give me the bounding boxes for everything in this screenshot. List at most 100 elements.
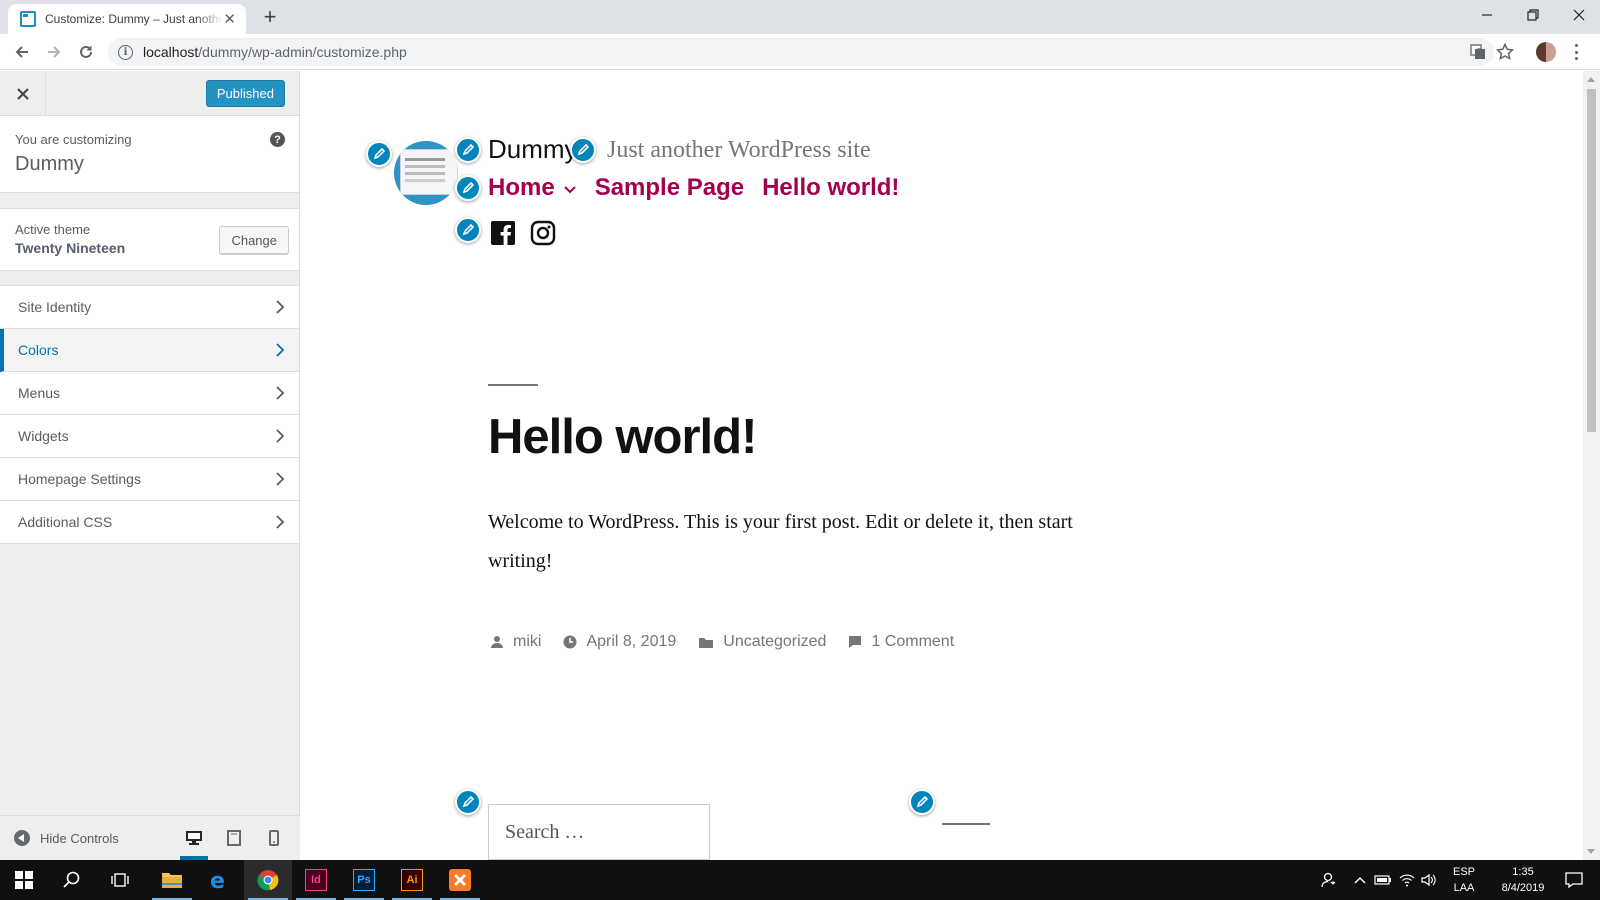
indesign-icon: Id — [305, 869, 327, 891]
post-comments-link[interactable]: 1 Comment — [871, 633, 954, 651]
browser-toolbar: i localhost/dummy/wp-admin/customize.php… — [0, 34, 1600, 70]
edit-shortcut-widget[interactable] — [909, 789, 935, 815]
publish-button[interactable]: Published — [205, 80, 285, 107]
minimize-button[interactable] — [1464, 0, 1510, 30]
volume-icon[interactable] — [1418, 860, 1440, 900]
file-explorer-button[interactable] — [148, 860, 196, 900]
notification-icon — [1565, 872, 1583, 888]
back-button[interactable] — [10, 40, 34, 64]
tab-close-icon[interactable]: ✕ — [223, 10, 236, 28]
xampp-button[interactable] — [436, 860, 484, 900]
nav-item-hello-world[interactable]: Hello world! — [762, 174, 899, 202]
lang-bottom: LAA — [1453, 882, 1475, 894]
edit-shortcut-logo[interactable] — [366, 141, 392, 167]
edit-shortcut-search-widget[interactable] — [455, 789, 481, 815]
nav-item-sample-page[interactable]: Sample Page — [595, 174, 744, 202]
clock[interactable]: 1:35 8/4/2019 — [1488, 860, 1558, 900]
illustrator-button[interactable]: Ai — [388, 860, 436, 900]
pencil-icon — [462, 796, 474, 808]
edge-button[interactable]: e — [196, 860, 244, 900]
section-homepage-settings[interactable]: Homepage Settings — [0, 458, 299, 501]
comment-icon — [849, 636, 862, 648]
chevron-right-icon — [276, 343, 285, 357]
facebook-icon[interactable] — [490, 220, 516, 246]
preview-scrollbar[interactable] — [1583, 71, 1600, 860]
clock-icon — [563, 635, 577, 649]
customizing-info: You are customizing Dummy ? — [0, 116, 299, 193]
action-center-button[interactable] — [1556, 860, 1592, 900]
search-input[interactable]: Search … — [488, 804, 710, 860]
clock-date: 8/4/2019 — [1501, 882, 1545, 894]
pencil-icon — [916, 796, 928, 808]
chevron-up-icon[interactable] — [1350, 860, 1370, 900]
site-info-icon[interactable]: i — [118, 44, 133, 60]
tablet-icon — [227, 830, 241, 846]
post-date-link[interactable]: April 8, 2019 — [586, 633, 676, 651]
people-icon[interactable] — [1316, 860, 1340, 900]
folder-icon — [699, 638, 714, 648]
url-path: /dummy/wp-admin/customize.php — [198, 44, 407, 60]
pencil-icon — [373, 148, 385, 160]
pencil-icon — [462, 144, 474, 156]
indesign-button[interactable]: Id — [292, 860, 340, 900]
wifi-icon[interactable] — [1396, 860, 1418, 900]
restore-button[interactable] — [1510, 0, 1556, 30]
illustrator-icon: Ai — [401, 869, 423, 891]
browser-tab-strip: Customize: Dummy – Just another WordPres… — [0, 0, 1600, 34]
section-menus[interactable]: Menus — [0, 372, 299, 415]
edit-shortcut-tagline[interactable] — [570, 137, 596, 163]
chevron-down-icon — [563, 186, 576, 194]
reload-button[interactable] — [74, 40, 98, 64]
section-additional-css[interactable]: Additional CSS — [0, 501, 299, 544]
browser-tab[interactable]: Customize: Dummy – Just another WordPres… — [8, 4, 246, 34]
close-customizer-button[interactable] — [0, 71, 46, 116]
edit-shortcut-social-menu[interactable] — [455, 217, 481, 243]
help-icon[interactable]: ? — [270, 132, 285, 147]
site-logo[interactable] — [394, 141, 458, 205]
chevron-right-icon — [276, 515, 285, 529]
post-title[interactable]: Hello world! — [488, 409, 757, 465]
translate-icon[interactable]: G — [1469, 43, 1487, 61]
hide-controls-button[interactable]: Hide Controls — [0, 830, 119, 846]
windows-taskbar: e Id Ps Ai ESP LAA 1:35 8/4/2019 — [0, 860, 1600, 900]
site-title[interactable]: Dummy — [488, 134, 578, 165]
browser-menu-button[interactable] — [1572, 44, 1580, 60]
edit-shortcut-menu[interactable] — [455, 175, 481, 201]
input-language-indicator[interactable]: ESP LAA — [1442, 860, 1486, 900]
site-tagline: Just another WordPress site — [607, 137, 871, 163]
taskbar-search-button[interactable] — [48, 860, 96, 900]
mobile-preview-button[interactable] — [254, 816, 294, 860]
chevron-right-icon — [276, 300, 285, 314]
post-author-link[interactable]: miki — [513, 633, 541, 651]
tablet-preview-button[interactable] — [214, 816, 254, 860]
customizer-sections: Site Identity Colors Menus Widgets Homep… — [0, 285, 299, 544]
window-close-button[interactable] — [1556, 0, 1600, 30]
bookmark-star-icon[interactable] — [1496, 43, 1514, 61]
forward-button[interactable] — [42, 40, 66, 64]
task-view-button[interactable] — [96, 860, 144, 900]
profile-avatar[interactable] — [1536, 42, 1556, 62]
new-tab-button[interactable]: + — [258, 6, 282, 30]
section-site-identity[interactable]: Site Identity — [0, 286, 299, 329]
scroll-thumb[interactable] — [1587, 89, 1596, 432]
section-widgets[interactable]: Widgets — [0, 415, 299, 458]
address-bar[interactable]: i localhost/dummy/wp-admin/customize.php… — [108, 38, 1494, 66]
scroll-down-icon[interactable] — [1587, 849, 1595, 854]
active-theme-panel: Active theme Twenty Nineteen Change — [0, 208, 299, 271]
desktop-preview-button[interactable] — [174, 816, 214, 860]
nav-item-home[interactable]: Home — [488, 174, 577, 202]
battery-icon[interactable] — [1372, 860, 1394, 900]
section-label: Homepage Settings — [18, 471, 141, 487]
edit-shortcut-site-title[interactable] — [455, 137, 481, 163]
scroll-up-icon[interactable] — [1587, 77, 1595, 82]
instagram-icon[interactable] — [530, 220, 556, 246]
section-colors[interactable]: Colors — [0, 329, 299, 372]
chrome-button[interactable] — [244, 860, 292, 900]
post-category-link[interactable]: Uncategorized — [723, 633, 826, 651]
chevron-right-icon — [276, 386, 285, 400]
change-theme-button[interactable]: Change — [219, 226, 289, 254]
pencil-icon — [462, 224, 474, 236]
photoshop-button[interactable]: Ps — [340, 860, 388, 900]
minimize-icon — [1482, 14, 1492, 16]
start-button[interactable] — [0, 860, 48, 900]
